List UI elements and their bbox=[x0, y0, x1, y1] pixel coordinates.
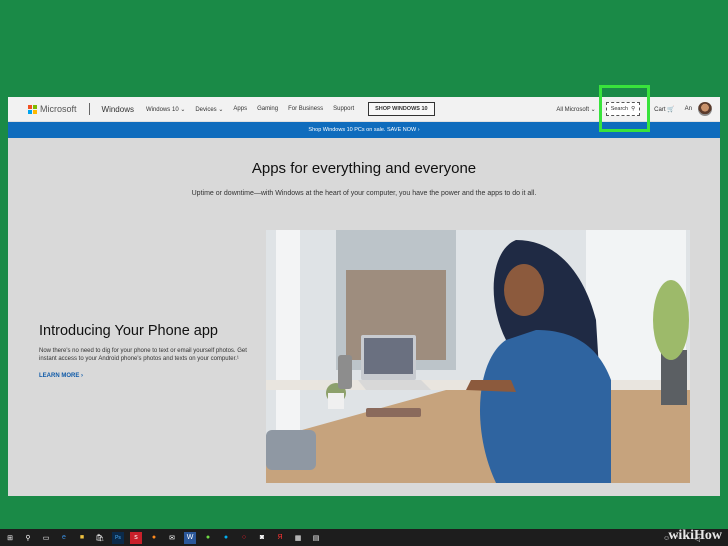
promo-body: Now there's no need to dig for your phon… bbox=[39, 348, 247, 363]
nav-for-business[interactable]: For Business bbox=[288, 106, 323, 112]
nav-support[interactable]: Support bbox=[333, 106, 354, 112]
hero-title: Apps for everything and everyone bbox=[251, 160, 477, 177]
calculator-icon[interactable]: ▦ bbox=[292, 532, 304, 544]
photoshop-icon[interactable]: Ps bbox=[112, 531, 124, 544]
search-highlight-box bbox=[599, 85, 650, 132]
shop-windows-button[interactable]: SHOP WINDOWS 10 bbox=[368, 102, 435, 116]
hero-section: Apps for everything and everyone Uptime … bbox=[8, 138, 720, 197]
news-icon[interactable]: ▤ bbox=[310, 532, 322, 544]
nav-windows10[interactable]: Windows 10 ⌄ bbox=[146, 106, 185, 113]
nav-devices[interactable]: Devices ⌄ bbox=[195, 106, 223, 113]
divider bbox=[88, 103, 90, 115]
skype-icon[interactable]: ● bbox=[220, 532, 232, 544]
windows-link[interactable]: Windows bbox=[102, 105, 134, 114]
browser-page: Microsoft Windows Windows 10 ⌄ Devices ⌄… bbox=[8, 97, 720, 496]
mail-icon[interactable]: ✉ bbox=[166, 532, 178, 544]
microsoft-logo-icon bbox=[28, 104, 37, 114]
hero-subtitle: Uptime or downtime—with Windows at the h… bbox=[191, 190, 537, 197]
learn-more-link[interactable]: LEARN MORE › bbox=[39, 373, 83, 379]
all-microsoft-menu[interactable]: All Microsoft ⌄ bbox=[556, 106, 595, 113]
cart-label: Cart bbox=[654, 106, 666, 113]
cart-icon: 🛒 bbox=[667, 106, 675, 113]
promo-image bbox=[266, 230, 690, 483]
user-name[interactable]: An bbox=[685, 106, 692, 112]
woman-at-laptop-illustration bbox=[266, 230, 690, 483]
windows-start-icon[interactable]: ⊞ bbox=[4, 532, 16, 544]
promo-section: Introducing Your Phone app Now there's n… bbox=[39, 323, 254, 382]
file-explorer-icon[interactable]: ■ bbox=[76, 532, 88, 544]
microsoft-logo[interactable]: Microsoft bbox=[28, 104, 77, 114]
opera-icon[interactable]: ○ bbox=[238, 532, 250, 544]
cart-link[interactable]: Cart 🛒 bbox=[654, 106, 675, 113]
app-icon[interactable]: s bbox=[130, 531, 142, 544]
upwork-icon[interactable]: ● bbox=[202, 532, 214, 544]
firefox-icon[interactable]: ● bbox=[148, 532, 160, 544]
camera-icon[interactable]: ◙ bbox=[256, 532, 268, 544]
task-view-icon[interactable]: ▭ bbox=[40, 532, 52, 544]
nav-apps[interactable]: Apps bbox=[233, 106, 247, 112]
word-icon[interactable]: W bbox=[184, 531, 196, 544]
promo-title: Introducing Your Phone app bbox=[39, 323, 218, 339]
nav-gaming[interactable]: Gaming bbox=[257, 106, 278, 112]
yandex-icon[interactable]: Я bbox=[274, 532, 286, 544]
edge-icon[interactable]: e bbox=[58, 532, 70, 544]
avatar[interactable] bbox=[698, 102, 712, 116]
search-icon[interactable]: ⚲ bbox=[22, 532, 34, 544]
watermark-logo: wikiHow bbox=[668, 528, 722, 543]
store-icon[interactable]: 🛍 bbox=[94, 532, 106, 544]
taskbar: ⊞ ⚲ ▭ e ■ 🛍 Ps s ● ✉ W ● ● ○ ◙ Я ▦ ▤ bbox=[0, 529, 728, 546]
brand-name: Microsoft bbox=[40, 104, 77, 114]
